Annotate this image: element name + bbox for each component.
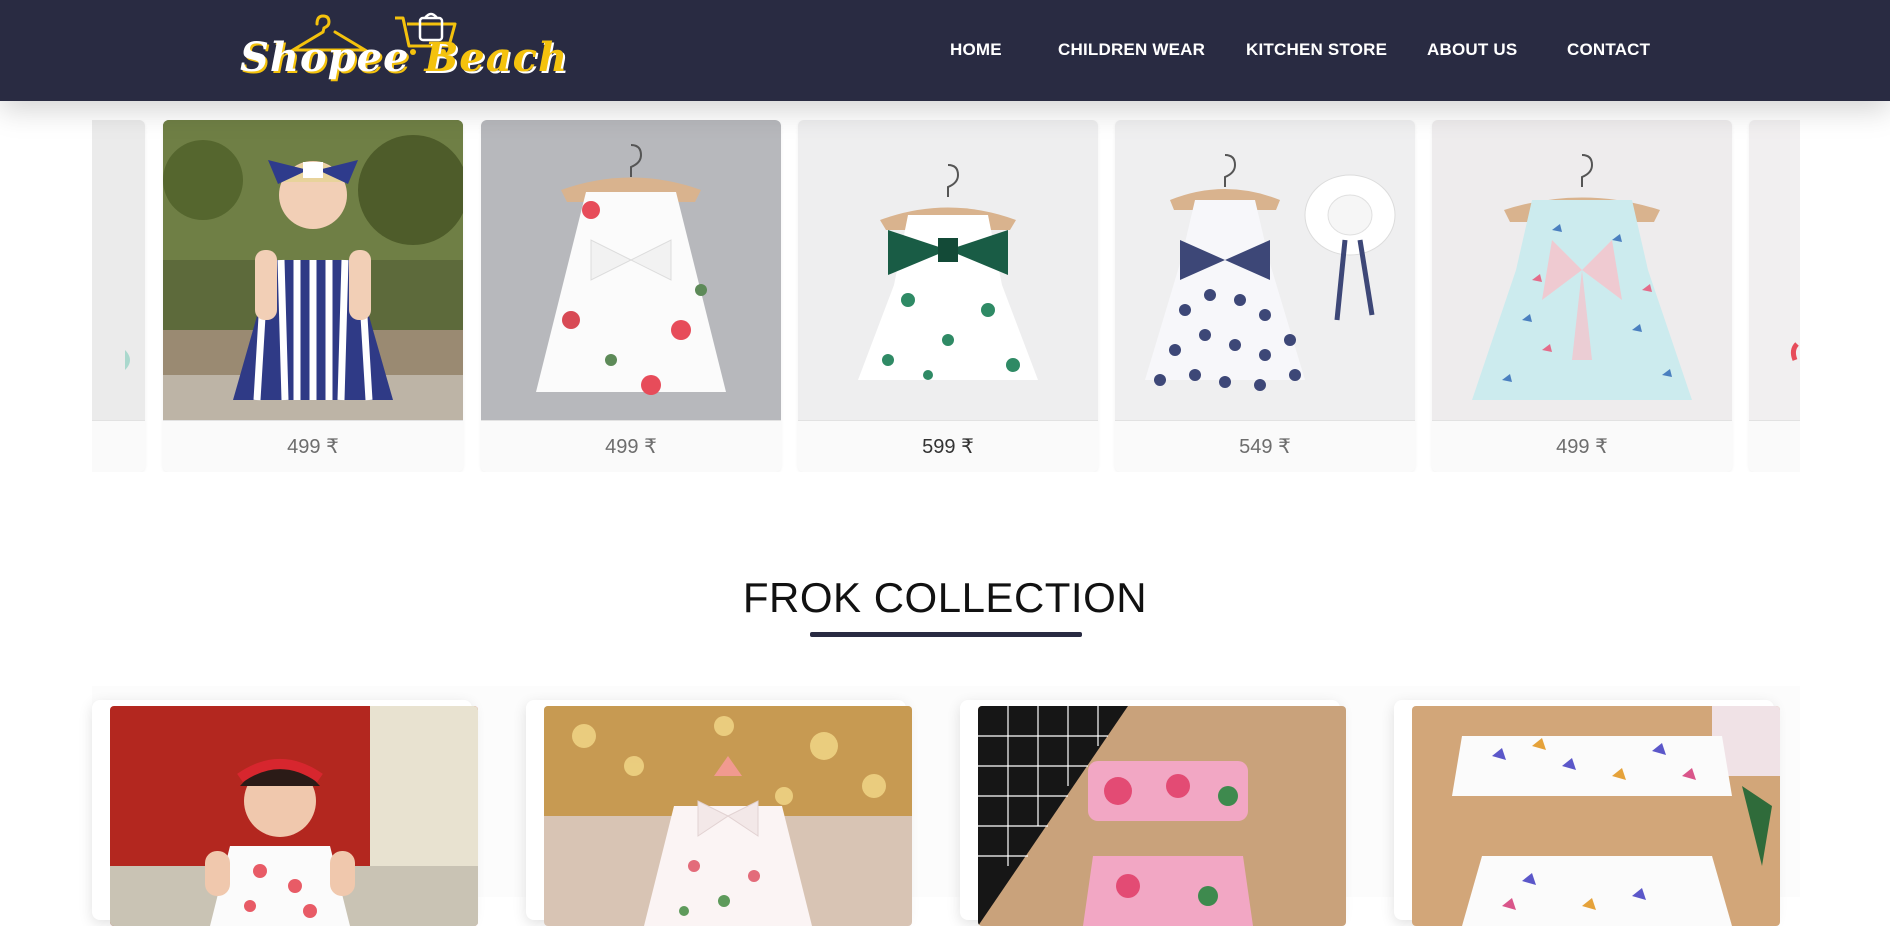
product-price: 499 ₹ [1432,420,1732,472]
section-title-underline [810,632,1082,637]
logo-word-1: Shopee [240,34,410,81]
logo-wordmark: Shopee Beach [240,34,568,81]
collection-image [544,706,912,926]
site-header: Shopee Beach HOME CHILDREN WEAR KITCHEN … [0,0,1890,101]
carousel-card[interactable]: 499 ₹ [163,120,463,472]
logo-word-2: Beach [424,34,569,81]
collection-card[interactable] [1394,700,1780,926]
product-image [1432,120,1732,420]
nav-children-wear[interactable]: CHILDREN WEAR [1058,40,1205,60]
carousel-card[interactable]: 549 ₹ [1115,120,1415,472]
product-image [92,120,145,420]
nav-kitchen-store[interactable]: KITCHEN STORE [1246,40,1387,60]
collection-image [110,706,478,926]
collection-card[interactable] [526,700,912,926]
product-image [163,120,463,420]
product-price: 499 ₹ [163,420,463,472]
collection-card[interactable] [960,700,1346,926]
product-image [481,120,781,420]
nav-contact[interactable]: CONTACT [1567,40,1650,60]
frok-collection-grid [92,686,1800,926]
product-price: 499 ₹ [481,420,781,472]
carousel-card-partial-right[interactable] [1749,120,1800,472]
section-title: FROK COLLECTION [742,574,1148,621]
collection-image [978,706,1346,926]
product-image [1115,120,1415,420]
carousel-card[interactable]: 599 ₹ [798,120,1098,472]
collection-image [1412,706,1780,926]
product-image [798,120,1098,420]
product-price: 549 ₹ [1115,420,1415,472]
product-carousel[interactable]: 499 ₹ 499 ₹ 599 ₹ 549 ₹ 499 ₹ [92,120,1800,472]
carousel-card[interactable]: 499 ₹ [1432,120,1732,472]
brand-logo[interactable]: Shopee Beach [235,10,567,90]
nav-home[interactable]: HOME [950,40,1002,60]
product-image [1749,120,1800,420]
carousel-card[interactable]: 499 ₹ [481,120,781,472]
nav-about-us[interactable]: ABOUT US [1427,40,1517,60]
product-price [92,420,145,472]
carousel-card-partial-left[interactable] [92,120,145,472]
product-price [1749,420,1800,472]
collection-card[interactable] [92,700,478,926]
product-price: 599 ₹ [798,420,1098,472]
